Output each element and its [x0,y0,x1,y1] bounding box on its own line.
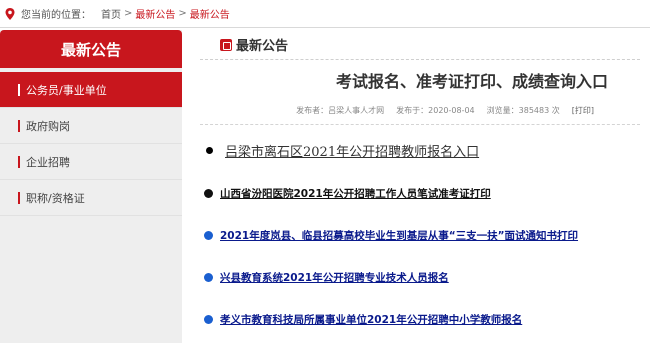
list-item-link[interactable]: 兴县教育系统2021年公开招聘专业技术人员报名 [204,270,449,285]
bullet-icon [204,231,213,240]
breadcrumb-separator: > [178,8,187,19]
sidebar-item-marker [18,119,20,132]
meta-publisher: 发布者：吕梁人事人才网 [296,106,385,115]
sidebar-title: 最新公告 [0,30,182,68]
breadcrumb-lead: 您当前的位置： [21,10,91,21]
sidebar-item-civil-service[interactable]: 公务员/事业单位 [0,72,182,108]
breadcrumb-current[interactable]: 最新公告 [190,6,230,21]
link-text: 孝义市教育科技局所属事业单位2021年公开招聘中小学教师报名 [220,314,523,326]
list-item-link[interactable]: 吕梁市离石区2021年公开招聘教师报名入口 [206,141,479,160]
list-item-link[interactable]: 2021年度岚县、临县招募高校毕业生到基层从事“三支一扶”面试通知书打印 [204,228,578,243]
sidebar-item-label: 政府购岗 [26,119,70,133]
meta-views: 浏览量：385483 次 [486,106,560,115]
print-button[interactable]: [打印] [572,105,594,121]
list-item-link[interactable]: 孝义市教育科技局所属事业单位2021年公开招聘中小学教师报名 [204,312,522,327]
bullet-icon [204,315,213,324]
sidebar-item-label: 企业招聘 [26,155,70,169]
breadcrumb-home[interactable]: 首页 [101,6,121,21]
sidebar-item-marker [18,155,20,168]
meta-date: 发布于：2020-08-04 [396,106,475,115]
section-header: 最新公告 [200,30,640,60]
bullet-icon [206,147,213,154]
breadcrumb: 您当前的位置： 首页 > 最新公告 > 最新公告 [0,0,650,28]
main-content: 最新公告 考试报名、准考证打印、成绩查询入口 发布者：吕梁人事人才网 发布于：2… [200,30,640,343]
link-text: 山西省汾阳医院2021年公开招聘工作人员笔试准考证打印 [220,188,491,200]
article-title: 考试报名、准考证打印、成绩查询入口 [335,72,608,91]
sidebar: 最新公告 公务员/事业单位 政府购岗 企业招聘 职称/资格证 [0,30,182,343]
article-meta: 发布者：吕梁人事人才网 发布于：2020-08-04 浏览量：385483 次 … [200,105,640,121]
link-text: 吕梁市离石区2021年公开招聘教师报名入口 [225,145,480,160]
section-title: 最新公告 [236,39,289,54]
bullet-icon [204,189,213,198]
sidebar-item-label: 职称/资格证 [26,191,85,205]
sidebar-item-enterprise-jobs[interactable]: 企业招聘 [0,144,182,180]
sidebar-item-titles-certificates[interactable]: 职称/资格证 [0,180,182,216]
bullet-icon [204,273,213,282]
link-text: 2021年度岚县、临县招募高校毕业生到基层从事“三支一扶”面试通知书打印 [220,230,579,242]
sidebar-item-marker [18,83,20,96]
sidebar-item-marker [18,191,20,204]
breadcrumb-separator: > [124,8,133,19]
notice-icon [220,38,232,51]
link-text: 兴县教育系统2021年公开招聘专业技术人员报名 [220,272,449,284]
divider [200,124,640,125]
sidebar-item-government-posts[interactable]: 政府购岗 [0,108,182,144]
list-item-link[interactable]: 山西省汾阳医院2021年公开招聘工作人员笔试准考证打印 [204,186,491,201]
location-pin-icon [3,7,17,21]
breadcrumb-latest-notice[interactable]: 最新公告 [135,6,175,21]
sidebar-item-label: 公务员/事业单位 [26,83,107,97]
